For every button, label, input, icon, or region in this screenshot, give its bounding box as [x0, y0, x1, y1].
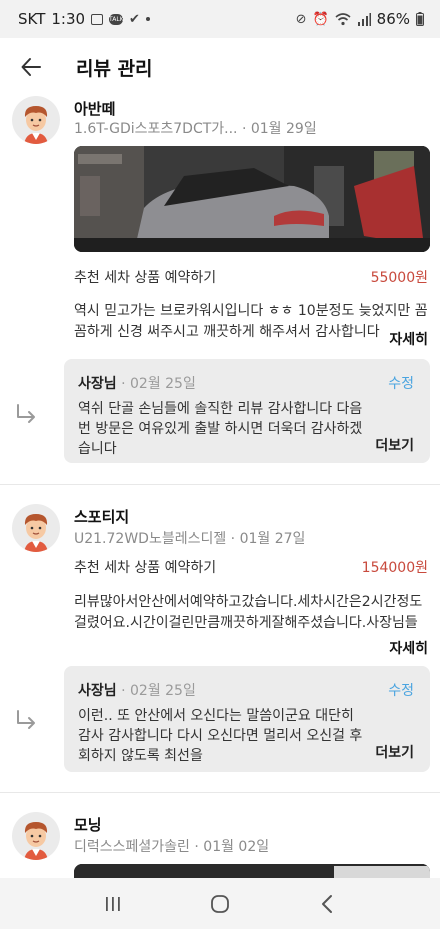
- product-price: 55000원: [370, 270, 428, 286]
- reply-arrow-icon: [17, 710, 35, 729]
- review-author: 스포티지: [74, 508, 130, 526]
- car-model: 1.6T-GDi스포츠7DCT가...: [74, 121, 238, 137]
- reply-more-button[interactable]: 더보기: [375, 742, 414, 762]
- meta-separator: ·: [226, 531, 240, 547]
- page-title: 리뷰 관리: [76, 57, 153, 80]
- time-label: 1:30: [51, 10, 86, 28]
- review-photo[interactable]: [74, 864, 430, 878]
- reply-edit-button[interactable]: 수정: [388, 680, 414, 700]
- review-meta: 1.6T-GDi스포츠7DCT가... · 01월 29일: [74, 118, 317, 138]
- alarm-icon: ⏰: [312, 11, 329, 27]
- status-bar: SKT 1:30 TALK ✔ ⊘ ⏰ 86%: [0, 0, 440, 38]
- app-bar: 리뷰 관리: [0, 38, 440, 96]
- reply-separator: ·: [116, 376, 130, 392]
- reply-owner: 사장님: [78, 376, 117, 392]
- review-date: 01월 27일: [239, 531, 306, 547]
- car-model: U21.72WD노블레스디젤: [74, 531, 227, 547]
- back-arrow-icon: [21, 58, 41, 76]
- review-date: 01월 29일: [250, 121, 317, 137]
- recent-apps-button[interactable]: [88, 884, 138, 924]
- more-notifications-icon: [145, 17, 150, 21]
- product-label: 추천 세차 상품 예약하기: [74, 270, 217, 286]
- battery-icon: [416, 12, 424, 26]
- signal-icon: [357, 12, 371, 26]
- owner-reply: 사장님 · 02월 25일 수정 역쉬 단골 손님들에 솔직한 리뷰 감사합니다…: [64, 359, 430, 463]
- review-more-button[interactable]: 자세히: [385, 329, 428, 349]
- car-photo-image: [74, 864, 430, 878]
- review-text: 역시 믿고가는 브로카워시입니다 ㅎㅎ 10분정도 늦었지만 꼼꼼하게 신경 써…: [74, 303, 428, 340]
- reply-owner: 사장님: [78, 683, 117, 699]
- review-card: 모닝 디럭스스페셜가솔린 · 01월 02일: [0, 812, 440, 878]
- system-nav-bar: [0, 878, 440, 929]
- owner-reply: 사장님 · 02월 25일 수정 이런.. 또 안산에서 오신다는 말씀이군요 …: [64, 666, 430, 772]
- reply-text: 역쉬 단골 손님들에 솔직한 리뷰 감사합니다 다음번 방문은 여유있게 출발 …: [78, 401, 363, 457]
- gallery-notification-icon: [91, 13, 104, 25]
- wifi-icon: [335, 12, 351, 25]
- product-price: 154000원: [361, 560, 428, 576]
- review-author: 모닝: [74, 816, 102, 834]
- review-author: 아반떼: [74, 100, 116, 118]
- review-date: 01월 02일: [203, 839, 270, 855]
- reply-header: 사장님 · 02월 25일: [78, 373, 196, 393]
- review-meta: 디럭스스페셜가솔린 · 01월 02일: [74, 836, 269, 856]
- avatar: [12, 96, 60, 144]
- review-divider: [0, 792, 440, 793]
- meta-separator: ·: [189, 839, 204, 855]
- mute-icon: ⊘: [295, 11, 307, 27]
- review-meta: U21.72WD노블레스디젤 · 01월 27일: [74, 528, 305, 548]
- reply-header: 사장님 · 02월 25일: [78, 680, 196, 700]
- recent-apps-icon: [106, 896, 121, 911]
- review-photo[interactable]: [74, 146, 430, 252]
- review-card: 아반떼 1.6T-GDi스포츠7DCT가... · 01월 29일 추천 세차 …: [0, 96, 440, 484]
- review-more-button[interactable]: 자세히: [385, 638, 428, 658]
- back-button[interactable]: [0, 38, 62, 96]
- car-photo-image: [74, 146, 430, 252]
- battery-label: 86%: [376, 10, 410, 28]
- back-nav-button[interactable]: [302, 884, 352, 924]
- car-model: 디럭스스페셜가솔린: [74, 839, 190, 855]
- app-notification-icon: ✔: [129, 11, 140, 27]
- review-card: 스포티지 U21.72WD노블레스디젤 · 01월 27일 추천 세차 상품 예…: [0, 504, 440, 792]
- reply-edit-button[interactable]: 수정: [388, 373, 414, 393]
- talk-notification-icon: TALK: [109, 13, 124, 25]
- carrier-label: SKT: [18, 10, 46, 28]
- avatar-icon: [24, 822, 48, 860]
- avatar: [12, 812, 60, 860]
- reply-date: 02월 25일: [130, 376, 196, 392]
- reply-date: 02월 25일: [130, 683, 196, 699]
- meta-separator: ·: [237, 121, 251, 137]
- review-text: 리뷰많아서안산에서예약하고갔습니다.세차시간은2시간정도걸렸어요.시간이걸린만큼…: [74, 594, 423, 631]
- home-icon: [211, 894, 229, 913]
- avatar-icon: [24, 106, 48, 144]
- product-label: 추천 세차 상품 예약하기: [74, 560, 217, 576]
- avatar: [12, 504, 60, 552]
- home-button[interactable]: [195, 884, 245, 924]
- reply-text: 이런.. 또 안산에서 오신다는 말씀이군요 대단히 감사 감사합니다 다시 오…: [78, 708, 363, 764]
- reply-separator: ·: [116, 683, 130, 699]
- reply-arrow-icon: [17, 404, 35, 423]
- review-divider: [0, 484, 440, 485]
- avatar-icon: [24, 514, 48, 552]
- chevron-left-icon: [321, 894, 332, 913]
- reply-more-button[interactable]: 더보기: [375, 435, 414, 455]
